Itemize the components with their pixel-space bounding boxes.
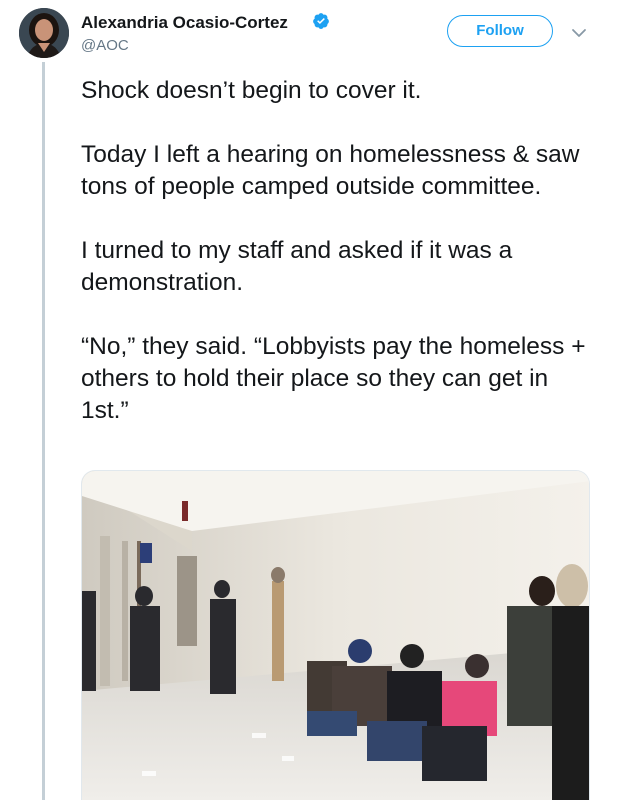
- avatar[interactable]: [19, 8, 69, 58]
- avatar-image: [19, 8, 69, 58]
- follow-button[interactable]: Follow: [447, 15, 553, 47]
- author-handle[interactable]: @AOC: [81, 37, 129, 54]
- tweet-paragraph: Shock doesn’t begin to cover it.: [81, 77, 422, 104]
- tweet-text: Shock doesn’t begin to cover it. Today I…: [81, 75, 601, 459]
- author-name[interactable]: Alexandria Ocasio-Cortez: [81, 13, 288, 33]
- tweet-photo[interactable]: [81, 470, 590, 800]
- tweet-paragraph: “No,” they said. “Lobbyists pay the home…: [81, 333, 586, 424]
- chevron-down-icon[interactable]: [568, 22, 590, 44]
- thread-line: [42, 62, 45, 800]
- tweet-paragraph: Today I left a hearing on homelessness &…: [81, 141, 580, 200]
- photo-icon: [82, 471, 589, 800]
- tweet-paragraph: I turned to my staff and asked if it was…: [81, 237, 513, 296]
- verified-badge-icon: [313, 13, 329, 29]
